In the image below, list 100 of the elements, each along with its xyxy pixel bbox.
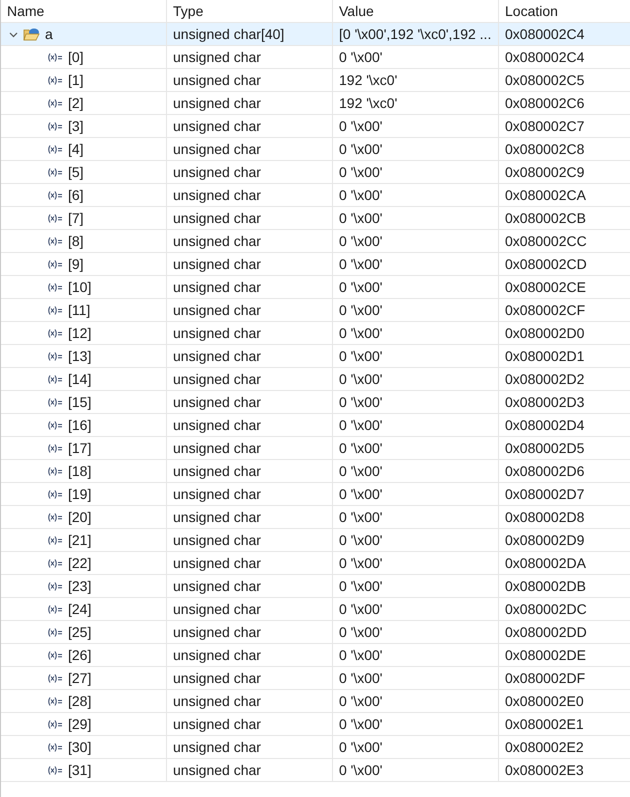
element-type: unsigned char — [173, 118, 261, 134]
element-location: 0x080002C6 — [505, 95, 584, 111]
element-location: 0x080002E1 — [505, 716, 584, 732]
element-type: unsigned char — [173, 325, 261, 341]
element-name: [19] — [68, 486, 92, 502]
element-location: 0x080002DE — [505, 647, 586, 663]
element-location: 0x080002D9 — [505, 532, 584, 548]
element-location: 0x080002D0 — [505, 325, 584, 341]
element-location: 0x080002CB — [505, 210, 586, 226]
element-value: 0 '\x00' — [339, 118, 382, 134]
element-name: [5] — [68, 164, 84, 180]
variable-name: a — [45, 26, 53, 42]
element-name: [30] — [68, 739, 92, 755]
element-value: 0 '\x00' — [339, 210, 382, 226]
element-type: unsigned char — [173, 394, 261, 410]
column-header[interactable]: Location — [499, 0, 630, 22]
element-type: unsigned char — [173, 716, 261, 732]
element-location: 0x080002DF — [505, 670, 586, 686]
element-value: 0 '\x00' — [339, 417, 382, 433]
element-location: 0x080002DC — [505, 601, 587, 617]
element-location: 0x080002C9 — [505, 164, 584, 180]
element-name: [29] — [68, 716, 92, 732]
element-type: unsigned char — [173, 348, 261, 364]
element-value: 0 '\x00' — [339, 279, 382, 295]
element-type: unsigned char — [173, 49, 261, 65]
element-value: 0 '\x00' — [339, 647, 382, 663]
column-header[interactable]: Type — [167, 0, 333, 22]
element-value: 0 '\x00' — [339, 624, 382, 640]
tree-row[interactable]: a unsigned char[40] [0 '\x00',192 '\xc0',192 ... 0x080002C4 — [1, 23, 630, 46]
element-location: 0x080002D3 — [505, 394, 584, 410]
element-value: 192 '\xc0' — [339, 72, 398, 88]
element-location: 0x080002CE — [505, 279, 586, 295]
element-location: 0x080002D5 — [505, 440, 584, 456]
element-name: [17] — [68, 440, 92, 456]
element-location: 0x080002D1 — [505, 348, 584, 364]
element-name: [9] — [68, 256, 84, 272]
element-name: [12] — [68, 325, 92, 341]
element-name: [21] — [68, 532, 92, 548]
element-location: 0x080002D8 — [505, 509, 584, 525]
element-location: 0x080002D2 — [505, 371, 584, 387]
column-header[interactable]: Name — [1, 0, 167, 22]
element-value: 0 '\x00' — [339, 256, 382, 272]
element-value: 0 '\x00' — [339, 371, 382, 387]
element-name: [4] — [68, 141, 84, 157]
element-location: 0x080002C7 — [505, 118, 584, 134]
element-location: 0x080002C8 — [505, 141, 584, 157]
element-type: unsigned char — [173, 762, 261, 778]
element-location: 0x080002DD — [505, 624, 587, 640]
variable-value: [0 '\x00',192 '\xc0',192 ... — [339, 26, 492, 42]
element-location: 0x080002E3 — [505, 762, 584, 778]
element-type: unsigned char — [173, 509, 261, 525]
element-value: 0 '\x00' — [339, 302, 382, 318]
element-value: 0 '\x00' — [339, 739, 382, 755]
element-name: [14] — [68, 371, 92, 387]
element-value: 0 '\x00' — [339, 49, 382, 65]
variable-type: unsigned char[40] — [173, 26, 284, 42]
element-name: [18] — [68, 463, 92, 479]
element-name: [2] — [68, 95, 84, 111]
element-value: 0 '\x00' — [339, 509, 382, 525]
variable-location: 0x080002C4 — [505, 26, 584, 42]
column-header[interactable]: Value — [333, 0, 499, 22]
element-location: 0x080002D6 — [505, 463, 584, 479]
element-value: 0 '\x00' — [339, 233, 382, 249]
element-type: unsigned char — [173, 210, 261, 226]
element-name: [25] — [68, 624, 92, 640]
element-name: [20] — [68, 509, 92, 525]
element-type: unsigned char — [173, 578, 261, 594]
element-value: 0 '\x00' — [339, 716, 382, 732]
element-type: unsigned char — [173, 693, 261, 709]
element-location: 0x080002CA — [505, 187, 586, 203]
element-location: 0x080002D7 — [505, 486, 584, 502]
element-value: 0 '\x00' — [339, 601, 382, 617]
element-name: [26] — [68, 647, 92, 663]
element-name: [7] — [68, 210, 84, 226]
element-value: 0 '\x00' — [339, 187, 382, 203]
element-value: 0 '\x00' — [339, 693, 382, 709]
element-value: 0 '\x00' — [339, 670, 382, 686]
element-location: 0x080002DB — [505, 578, 586, 594]
element-name: [24] — [68, 601, 92, 617]
element-location: 0x080002CF — [505, 302, 586, 318]
element-name: [28] — [68, 693, 92, 709]
element-type: unsigned char — [173, 302, 261, 318]
element-name: [10] — [68, 279, 92, 295]
element-type: unsigned char — [173, 72, 261, 88]
element-name: [13] — [68, 348, 92, 364]
element-name: [8] — [68, 233, 84, 249]
element-name: [27] — [68, 670, 92, 686]
element-value: 0 '\x00' — [339, 164, 382, 180]
element-type: unsigned char — [173, 187, 261, 203]
element-value: 0 '\x00' — [339, 486, 382, 502]
element-name: [11] — [68, 302, 90, 318]
element-location: 0x080002C5 — [505, 72, 584, 88]
element-name: [15] — [68, 394, 92, 410]
element-type: unsigned char — [173, 532, 261, 548]
element-type: unsigned char — [173, 486, 261, 502]
element-value: 0 '\x00' — [339, 348, 382, 364]
element-name: [22] — [68, 555, 92, 571]
element-name: [3] — [68, 118, 84, 134]
element-type: unsigned char — [173, 417, 261, 433]
element-location: 0x080002CC — [505, 233, 587, 249]
